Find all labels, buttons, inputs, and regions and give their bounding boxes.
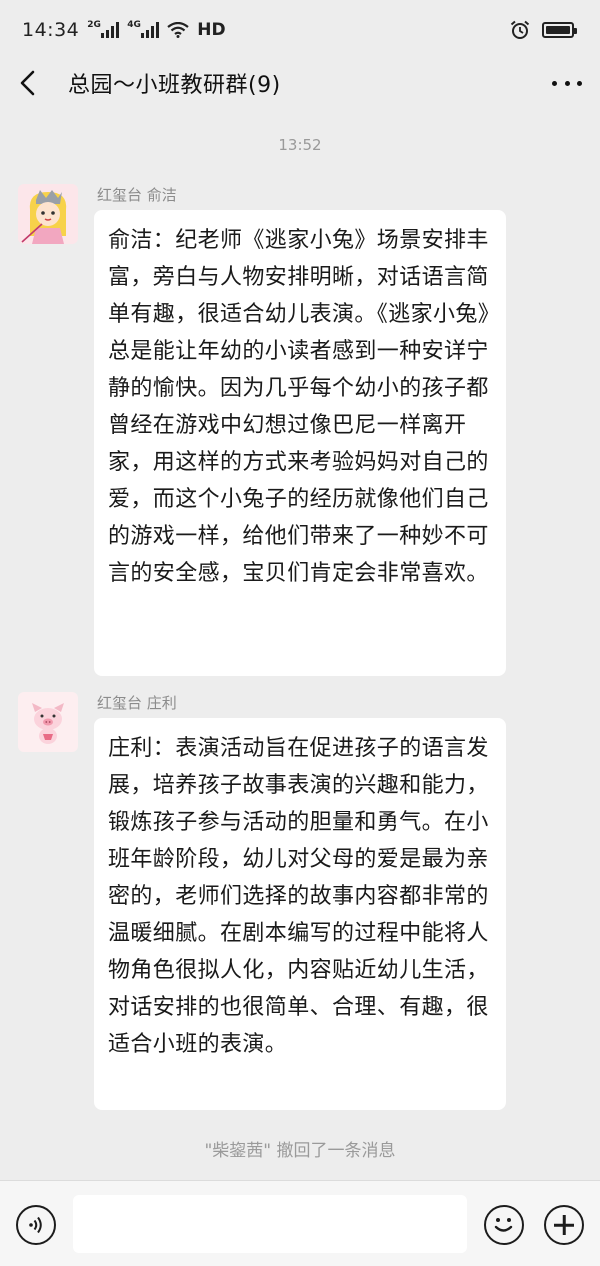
message-item: 红玺台 俞洁 俞洁：纪老师《逃家小兔》场景安排丰富，旁白与人物安排明晰，对话语言… (18, 184, 578, 676)
message-bubble[interactable]: 庄利：表演活动旨在促进孩子的语言发展，培养孩子故事表演的兴趣和能力，锻炼孩子参与… (94, 718, 506, 1110)
wifi-icon (167, 22, 189, 38)
status-right (510, 20, 577, 40)
plus-icon[interactable] (544, 1205, 584, 1245)
signal-label: 4G (127, 20, 141, 30)
avatar-girl-illustration (18, 184, 78, 244)
message-bubble[interactable]: 俞洁：纪老师《逃家小兔》场景安排丰富，旁白与人物安排明晰，对话语言简单有趣，很适… (94, 210, 506, 676)
message-timestamp: 13:52 (278, 136, 322, 154)
message-input[interactable] (73, 1195, 467, 1253)
alarm-icon (510, 20, 530, 39)
signal-icon: 2G (87, 20, 120, 38)
chevron-left-icon[interactable] (18, 69, 42, 97)
more-dots-icon[interactable] (552, 71, 582, 95)
status-time: 14:34 (22, 19, 80, 41)
voice-icon[interactable] (16, 1205, 56, 1245)
battery-icon (542, 22, 577, 38)
message-item: 红玺台 庄利 庄利：表演活动旨在促进孩子的语言发展，培养孩子故事表演的兴趣和能力… (18, 692, 578, 1112)
status-bar: 14:34 2G 4G HD (0, 0, 600, 60)
signal-icon: 4G (127, 20, 160, 38)
avatar[interactable] (18, 692, 78, 752)
sender-name: 红玺台 庄利 (97, 694, 177, 712)
avatar-pig-illustration (18, 692, 78, 752)
chat-title: 总园～小班教研群(9) (68, 73, 281, 98)
status-left: 14:34 2G 4G HD (22, 19, 226, 41)
network-label: HD (197, 20, 226, 40)
signal-label: 2G (87, 20, 101, 30)
avatar[interactable] (18, 184, 78, 244)
sender-name: 红玺台 俞洁 (97, 186, 177, 204)
title-bar: 总园～小班教研群(9) (0, 60, 600, 106)
emoji-icon[interactable] (484, 1205, 524, 1245)
input-bar (0, 1180, 600, 1266)
recall-notice: "柴鋆茜" 撤回了一条消息 (204, 1141, 396, 1161)
